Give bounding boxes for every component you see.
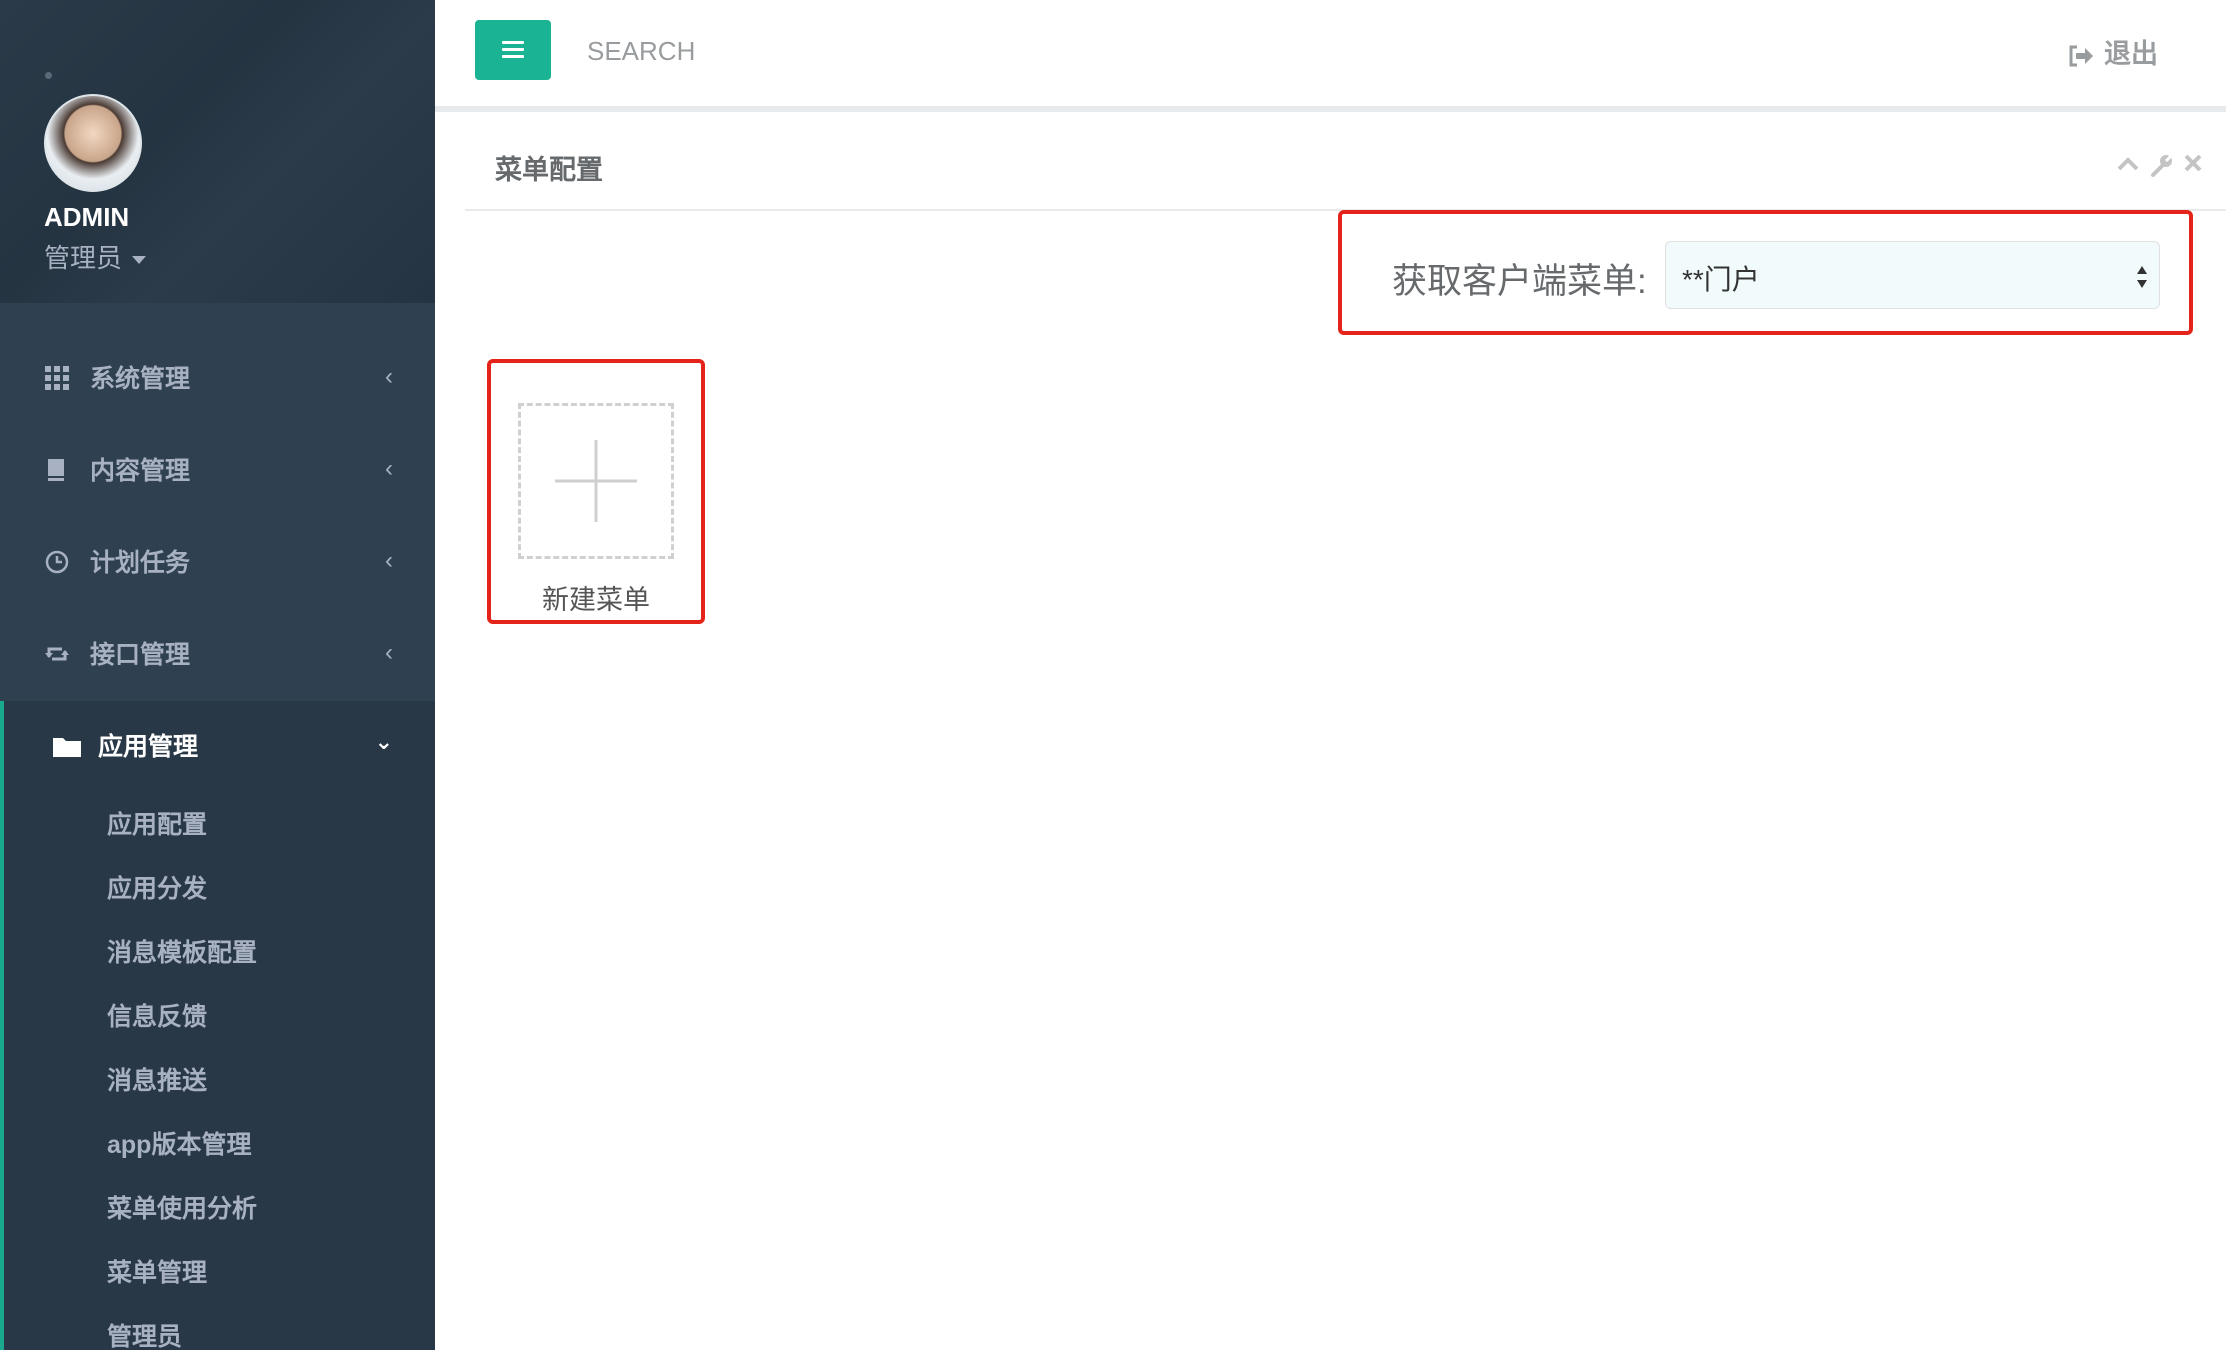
retweet-icon bbox=[45, 647, 69, 661]
sign-out-icon bbox=[2069, 45, 2093, 67]
avatar[interactable] bbox=[44, 94, 142, 192]
sidebar-item-label: 接口管理 bbox=[90, 641, 191, 669]
panel-title: 菜单配置 bbox=[495, 155, 603, 185]
sidebar-item-content[interactable]: 内容管理 ‹ bbox=[0, 425, 435, 517]
caret-down-icon bbox=[132, 256, 147, 265]
sidebar-item-app-management-header[interactable]: 应用管理 ⌄ bbox=[4, 701, 435, 793]
logout-label: 退出 bbox=[2104, 39, 2158, 69]
submenu-item[interactable]: 应用配置 bbox=[4, 793, 435, 857]
client-menu-label: 获取客户端菜单: bbox=[1392, 262, 1647, 301]
submenu-item[interactable]: 菜单管理 bbox=[4, 1241, 435, 1305]
submenu-item[interactable]: 消息推送 bbox=[4, 1049, 435, 1113]
status-dot bbox=[45, 72, 52, 79]
submenu-item[interactable]: 信息反馈 bbox=[4, 985, 435, 1049]
sidebar-item-label: 计划任务 bbox=[90, 549, 191, 577]
logout-link[interactable]: 退出 bbox=[2068, 32, 2158, 71]
clock-icon bbox=[45, 550, 69, 574]
hamburger-icon bbox=[502, 41, 524, 59]
panel-header: 菜单配置 bbox=[465, 118, 2226, 211]
new-menu-label: 新建菜单 bbox=[542, 585, 650, 615]
chevron-left-icon: ‹ bbox=[385, 547, 393, 574]
sidebar-nav: 系统管理 ‹ 内容管理 ‹ 计划任务 ‹ 接口管理 ‹ 应用管理 ⌄ 应用配置 … bbox=[0, 333, 435, 1350]
select-arrows-icon bbox=[2137, 266, 2147, 288]
chevron-left-icon: ‹ bbox=[385, 455, 393, 482]
submenu-item[interactable]: 管理员 bbox=[4, 1305, 435, 1350]
sidebar-item-schedule[interactable]: 计划任务 ‹ bbox=[0, 517, 435, 609]
close-icon[interactable] bbox=[2182, 152, 2204, 174]
chevron-down-icon: ⌄ bbox=[374, 729, 393, 754]
chevron-left-icon: ‹ bbox=[385, 639, 393, 666]
sidebar-item-label: 系统管理 bbox=[90, 365, 191, 393]
grid-icon bbox=[45, 366, 69, 390]
plus-icon bbox=[555, 440, 637, 522]
submenu-item[interactable]: 应用分发 bbox=[4, 857, 435, 921]
wrench-icon[interactable] bbox=[2150, 152, 2174, 178]
submenu-item[interactable]: 消息模板配置 bbox=[4, 921, 435, 985]
sidebar-item-api[interactable]: 接口管理 ‹ bbox=[0, 609, 435, 701]
sidebar-item-app-management: 应用管理 ⌄ 应用配置 应用分发 消息模板配置 信息反馈 消息推送 app版本管… bbox=[0, 701, 435, 1350]
profile-name: ADMIN bbox=[44, 202, 130, 232]
sidebar-item-label: 应用管理 bbox=[98, 733, 199, 761]
menu-toggle-button[interactable] bbox=[475, 20, 551, 80]
submenu-item[interactable]: 菜单使用分析 bbox=[4, 1177, 435, 1241]
submenu: 应用配置 应用分发 消息模板配置 信息反馈 消息推送 app版本管理 菜单使用分… bbox=[4, 793, 435, 1350]
submenu-item[interactable]: app版本管理 bbox=[4, 1113, 435, 1177]
profile-section: ADMIN 管理员 bbox=[0, 0, 435, 303]
folder-icon bbox=[53, 738, 81, 757]
sidebar-item-system[interactable]: 系统管理 ‹ bbox=[0, 333, 435, 425]
sidebar: ADMIN 管理员 系统管理 ‹ 内容管理 ‹ 计划任务 ‹ 接口管理 ‹ 应用… bbox=[0, 0, 435, 1350]
top-navbar: 退出 bbox=[435, 0, 2226, 112]
book-icon bbox=[48, 459, 64, 481]
collapse-icon[interactable] bbox=[2116, 152, 2140, 176]
sidebar-item-label: 内容管理 bbox=[90, 457, 191, 485]
client-menu-select[interactable]: **门户 bbox=[1665, 241, 2160, 309]
profile-role-label: 管理员 bbox=[44, 243, 123, 273]
search-input[interactable] bbox=[585, 30, 989, 72]
panel-tools bbox=[2106, 152, 2206, 180]
chevron-left-icon: ‹ bbox=[385, 363, 393, 390]
client-menu-select-value: **门户 bbox=[1682, 264, 1760, 295]
profile-role-dropdown[interactable]: 管理员 bbox=[44, 238, 147, 275]
new-menu-button[interactable] bbox=[518, 403, 674, 559]
